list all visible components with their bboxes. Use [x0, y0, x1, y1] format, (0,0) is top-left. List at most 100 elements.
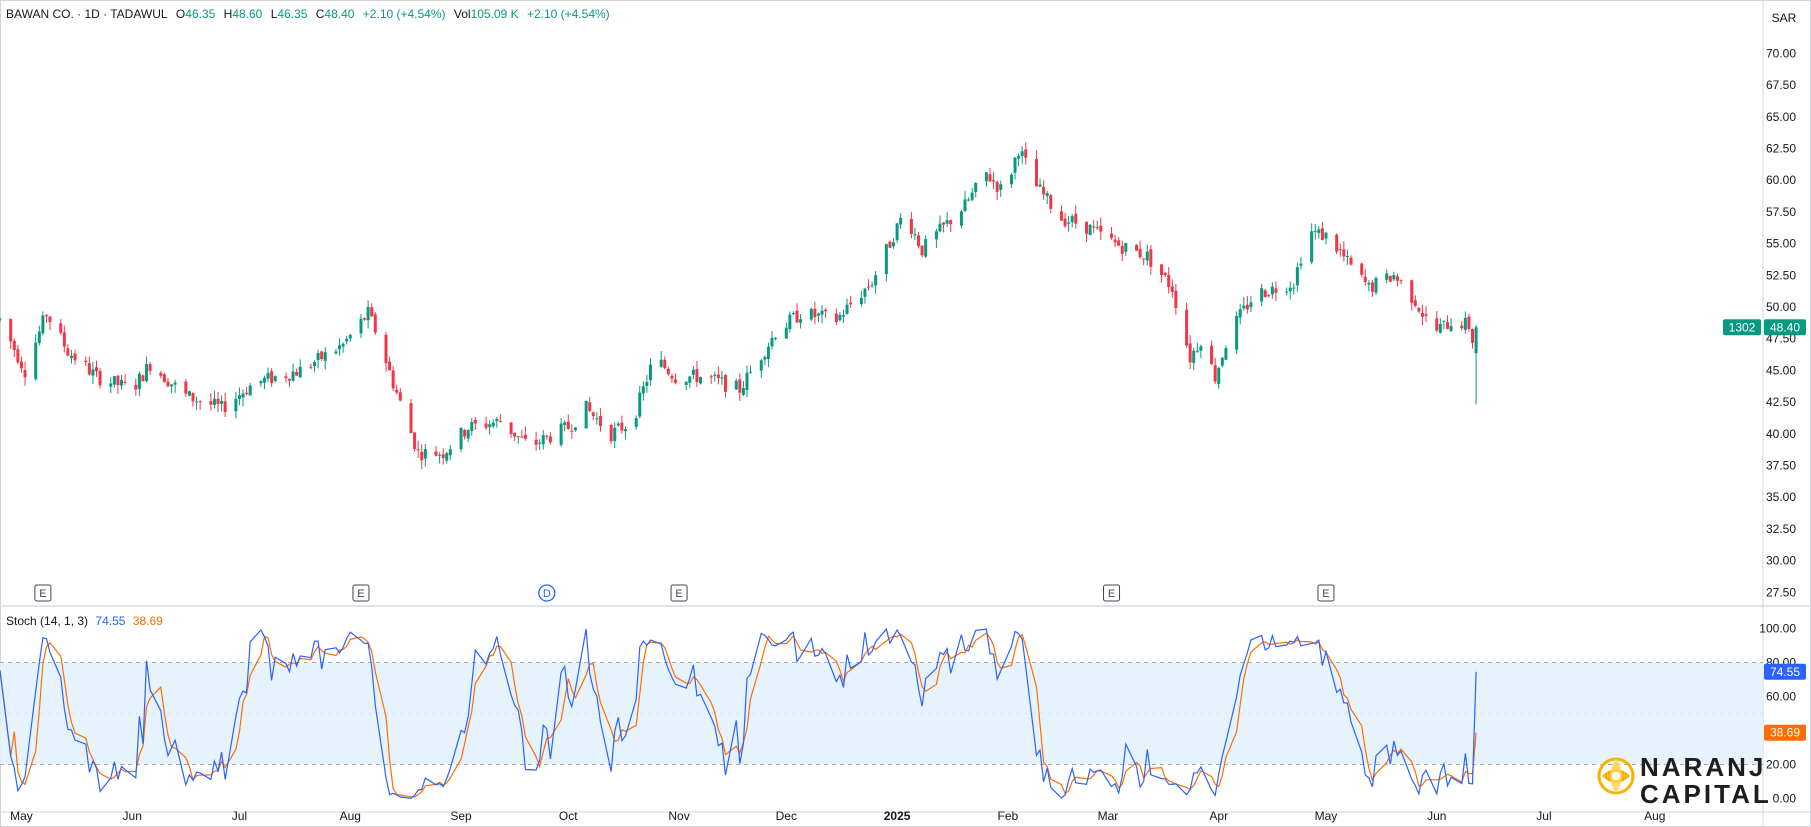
- symbol-label[interactable]: BAWAN CO. · 1D · TADAWUL: [6, 7, 168, 21]
- logo-line-1: NARANJ: [1640, 752, 1767, 782]
- candle-body: [1295, 267, 1299, 286]
- candle-body: [438, 454, 442, 456]
- candle-body: [1367, 282, 1371, 285]
- earnings-marker-label: E: [1322, 588, 1329, 600]
- candle-body: [359, 318, 363, 334]
- logo-text: NARANJ CAPITAL: [1640, 754, 1772, 808]
- candle-body: [1285, 291, 1289, 293]
- price-tick-label: 45.00: [1766, 363, 1796, 377]
- candle-body: [838, 314, 842, 321]
- price-tick-label: 30.00: [1766, 554, 1796, 568]
- candle-body: [1260, 288, 1264, 302]
- candle-body: [298, 366, 302, 378]
- symbol-code-text: 1302: [1729, 320, 1756, 334]
- candle-body: [573, 427, 577, 431]
- candle-body: [491, 422, 495, 427]
- time-tick-label: Jun: [1427, 809, 1446, 823]
- candle-body: [1135, 244, 1139, 251]
- candle-body: [970, 192, 974, 200]
- candle-body: [520, 436, 524, 438]
- candle-body: [409, 403, 413, 434]
- candle-body: [566, 421, 570, 430]
- candle-body: [1224, 348, 1228, 360]
- candle-body: [145, 364, 149, 382]
- currency-label: SAR: [1772, 11, 1797, 25]
- time-tick-label: Mar: [1098, 809, 1119, 823]
- candle-body: [659, 359, 663, 367]
- candle-body: [345, 338, 349, 342]
- candle-body: [420, 451, 424, 461]
- candle-body: [1210, 345, 1214, 365]
- candle-body: [320, 351, 324, 360]
- candle-body: [949, 220, 953, 225]
- candle-body: [1435, 318, 1439, 331]
- chart-canvas[interactable]: E E D E E E SAR 27.50 30.00 32.50 35.00 37.50 40.00…: [0, 0, 1811, 827]
- high-value: 48.60: [232, 7, 263, 21]
- candle-body: [784, 327, 788, 339]
- stoch-label[interactable]: Stoch (14, 1, 3): [6, 614, 88, 628]
- candle-body: [1067, 222, 1071, 224]
- candle-body: [616, 423, 620, 426]
- candle-body: [37, 331, 41, 344]
- candle-body: [623, 429, 627, 432]
- candle-body: [759, 360, 763, 371]
- open-value: 46.35: [185, 7, 216, 21]
- candle-body: [834, 313, 838, 323]
- high-label: H: [223, 7, 233, 21]
- candle-body: [1163, 272, 1167, 276]
- price-tick-label: 57.50: [1766, 205, 1796, 219]
- candle-body: [1120, 245, 1124, 254]
- candle-body: [1460, 325, 1464, 329]
- price-tick-label: 62.50: [1766, 141, 1796, 155]
- price-tick-label: 60.00: [1766, 173, 1796, 187]
- candle-body: [691, 369, 695, 375]
- candle-body: [1235, 316, 1239, 350]
- stoch-k-badge-text: 74.55: [1770, 665, 1800, 679]
- candle-body: [1170, 286, 1174, 292]
- candle-body: [874, 275, 878, 286]
- candle-body: [770, 337, 774, 347]
- candle-body: [809, 308, 813, 320]
- candle-body: [1017, 155, 1021, 159]
- candle-body: [684, 381, 688, 385]
- earnings-marker-label: E: [357, 588, 364, 600]
- price-tick-label: 42.50: [1766, 395, 1796, 409]
- time-tick-label: 2025: [884, 809, 911, 823]
- candle-body: [570, 430, 574, 432]
- candle-body: [184, 381, 188, 394]
- candle-body: [1345, 256, 1349, 258]
- candle-body: [716, 374, 720, 378]
- candle-body: [209, 401, 213, 405]
- change-value: +2.10 (+4.54%): [362, 7, 446, 21]
- candle-body: [1467, 316, 1471, 329]
- candle-body: [663, 359, 667, 369]
- time-tick-label: May: [1315, 809, 1338, 823]
- candle-body: [1124, 243, 1128, 252]
- candle-body: [1413, 300, 1417, 306]
- price-tick-label: 40.00: [1766, 427, 1796, 441]
- candle-body: [1049, 195, 1053, 209]
- candle-body: [1317, 229, 1321, 234]
- candle-body: [1424, 314, 1428, 316]
- candle-body: [609, 424, 613, 442]
- candle-body: [888, 241, 892, 248]
- candle-body: [788, 314, 792, 330]
- candle-body: [162, 374, 166, 383]
- candle-body: [1167, 274, 1171, 288]
- time-tick-label: Jul: [232, 809, 247, 823]
- events-layer[interactable]: EEDEEE: [34, 584, 1335, 602]
- candle-body: [248, 385, 252, 396]
- candle-body: [1138, 248, 1142, 258]
- candle-body: [466, 430, 470, 439]
- candle-body: [1445, 322, 1449, 329]
- candle-body: [19, 361, 23, 369]
- candle-body: [134, 384, 138, 390]
- candle-body: [591, 412, 595, 417]
- volume-change-value: +2.10 (+4.54%): [526, 7, 610, 21]
- candle-body: [495, 418, 499, 422]
- candle-body: [370, 307, 374, 317]
- time-tick-label: Oct: [559, 809, 578, 823]
- time-tick-label: May: [10, 809, 33, 823]
- candle-body: [945, 220, 949, 224]
- candle-body: [34, 342, 38, 380]
